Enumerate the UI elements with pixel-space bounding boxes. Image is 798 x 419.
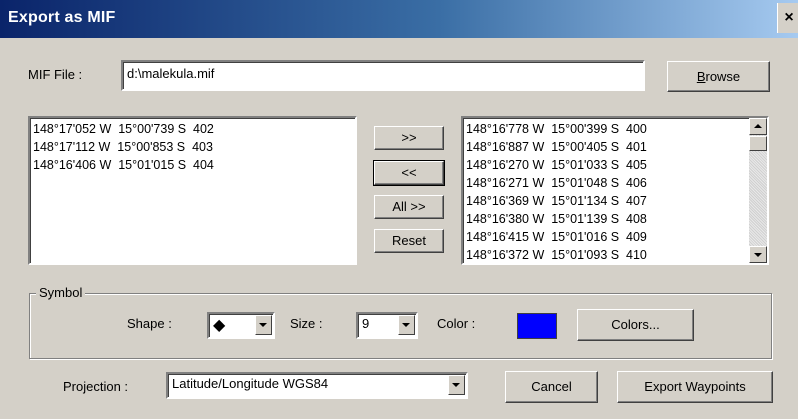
list-item[interactable]: 148°16'271 W 15°01'048 S 406	[463, 174, 767, 192]
arrow-down-icon	[754, 253, 762, 257]
export-mif-dialog: Export as MIF × MIF File : d:\malekula.m…	[0, 0, 798, 419]
browse-button-label: rowse	[705, 69, 741, 84]
size-dropdown-button[interactable]	[398, 315, 415, 335]
list-item[interactable]: 148°16'415 W 15°01'016 S 409	[463, 228, 767, 246]
scroll-thumb[interactable]	[749, 136, 767, 151]
list-item[interactable]: 148°17'112 W 15°00'853 S 403	[30, 138, 355, 156]
list-item[interactable]: 148°16'406 W 15°01'015 S 404	[30, 156, 355, 174]
projection-value: Latitude/Longitude WGS84	[172, 376, 329, 391]
mif-file-input[interactable]: d:\malekula.mif	[121, 60, 645, 91]
remove-selected-button[interactable]: <<	[373, 160, 445, 186]
size-value: 9	[362, 316, 370, 331]
color-swatch	[517, 313, 557, 339]
list-item[interactable]: 148°16'380 W 15°01'139 S 408	[463, 210, 767, 228]
scroll-down-button[interactable]	[749, 246, 767, 263]
dialog-title: Export as MIF	[8, 9, 116, 26]
add-all-button[interactable]: All >>	[374, 195, 444, 219]
chevron-down-icon	[259, 323, 267, 327]
size-label: Size :	[290, 316, 323, 331]
scroll-up-button[interactable]	[749, 118, 767, 135]
colors-button[interactable]: Colors...	[577, 309, 694, 341]
list-item[interactable]: 148°16'372 W 15°01'093 S 410	[463, 246, 767, 263]
shape-select[interactable]: ◆	[207, 312, 275, 339]
chevron-down-icon	[402, 323, 410, 327]
chevron-down-icon	[452, 383, 460, 387]
reset-button[interactable]: Reset	[374, 229, 444, 253]
list-item[interactable]: 148°16'369 W 15°01'134 S 407	[463, 192, 767, 210]
shape-label: Shape :	[127, 316, 172, 331]
symbol-group-title: Symbol	[36, 285, 86, 300]
add-selected-button[interactable]: >>	[374, 126, 444, 150]
list-item[interactable]: 148°16'270 W 15°01'033 S 405	[463, 156, 767, 174]
size-select[interactable]: 9	[356, 312, 418, 339]
color-label: Color :	[437, 316, 476, 331]
cancel-button[interactable]: Cancel	[505, 371, 598, 403]
close-button[interactable]: ×	[777, 3, 798, 33]
projection-dropdown-button[interactable]	[448, 375, 465, 395]
diamond-icon: ◆	[213, 317, 226, 334]
shape-dropdown-button[interactable]	[255, 315, 272, 335]
arrow-up-icon	[754, 124, 762, 128]
export-waypoints-button[interactable]: Export Waypoints	[617, 371, 773, 403]
mif-file-label: MIF File :	[28, 67, 83, 82]
browse-button[interactable]: Browse	[667, 61, 770, 92]
list-item[interactable]: 148°17'052 W 15°00'739 S 402	[30, 120, 355, 138]
selected-waypoints-list[interactable]: 148°16'778 W 15°00'399 S 400 148°16'887 …	[461, 116, 769, 265]
vertical-scrollbar[interactable]	[749, 118, 767, 263]
list-item[interactable]: 148°16'887 W 15°00'405 S 401	[463, 138, 767, 156]
list-item[interactable]: 148°16'778 W 15°00'399 S 400	[463, 120, 767, 138]
projection-select[interactable]: Latitude/Longitude WGS84	[166, 372, 468, 399]
title-bar[interactable]: Export as MIF ×	[0, 0, 798, 38]
available-waypoints-list[interactable]: 148°17'052 W 15°00'739 S 402 148°17'112 …	[28, 116, 357, 265]
projection-label: Projection :	[63, 379, 129, 394]
